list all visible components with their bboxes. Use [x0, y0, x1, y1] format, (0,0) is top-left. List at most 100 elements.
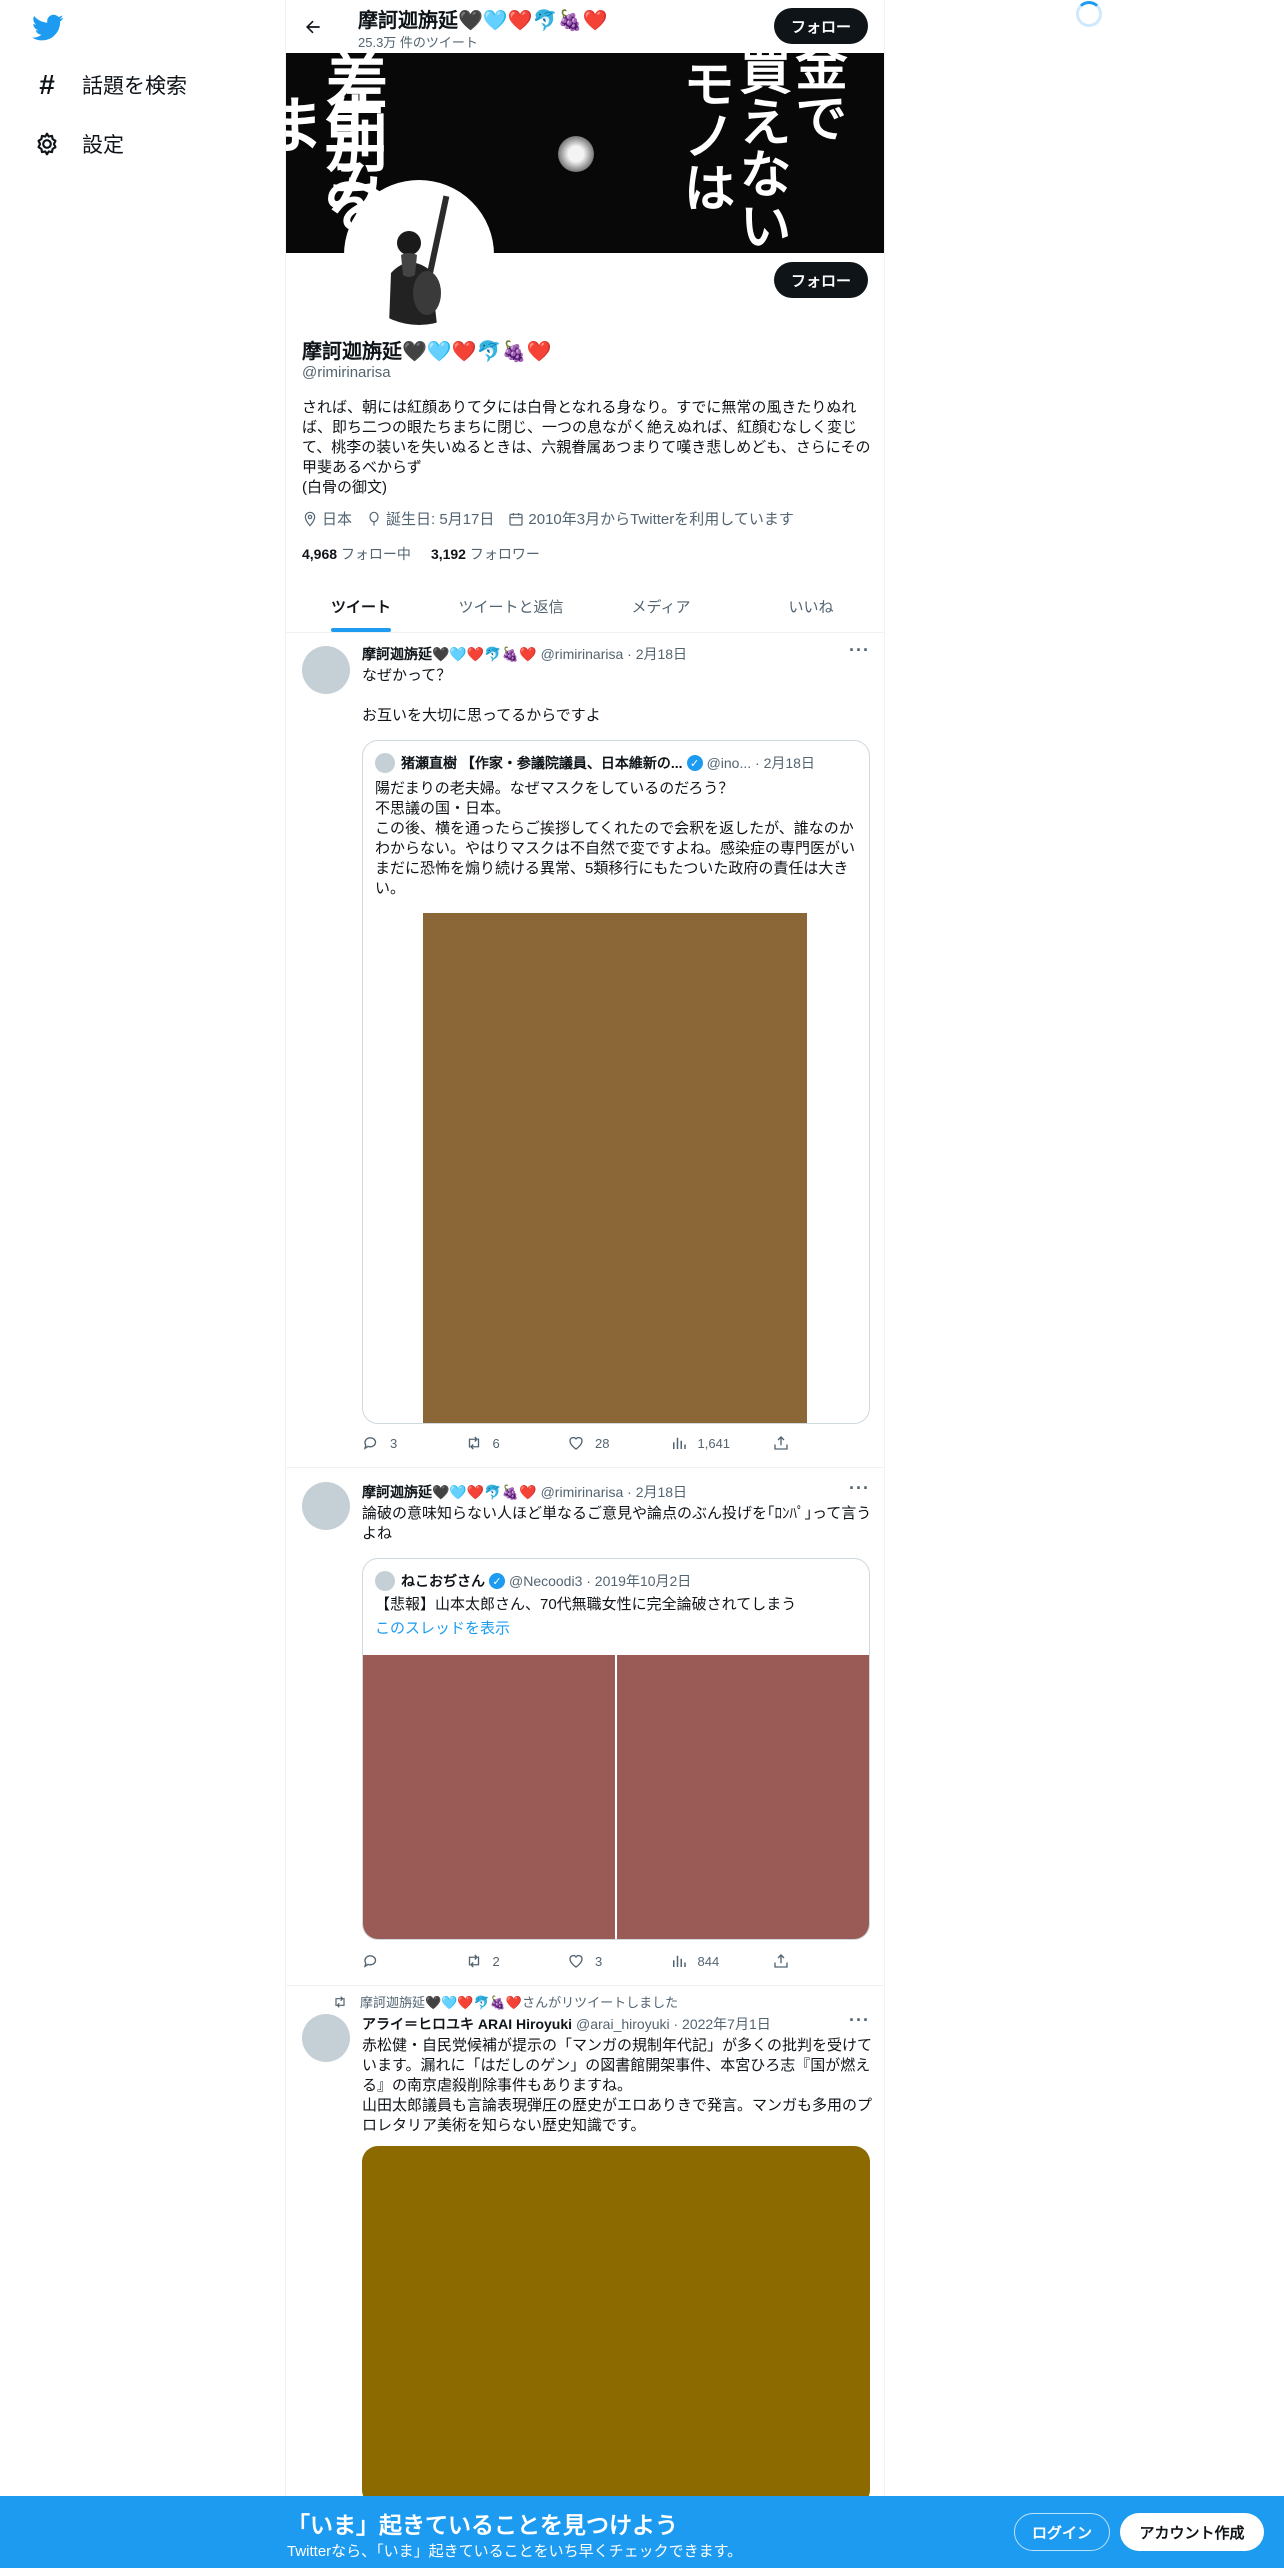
share-icon: [774, 1436, 788, 1450]
tweet-handle-date: @rimirinarisa · 2月18日: [540, 1484, 688, 1500]
calendar-icon: [509, 512, 523, 526]
moon-decoration: [558, 136, 594, 172]
quoted-tweet-header: ねこおぢさん ✓ @Necoodi3 · 2019年10月2日: [375, 1571, 691, 1591]
more-options-icon[interactable]: ···: [849, 2010, 870, 2031]
show-thread-link[interactable]: このスレッドを表示: [375, 1619, 859, 1639]
tweet-header: アライ＝ヒロユキ ARAI Hiroyuki @arai_hiroyuki · …: [362, 2014, 771, 2034]
retweet-button[interactable]: 6: [465, 1434, 555, 1452]
sidebar-item-settings[interactable]: 設定: [30, 127, 124, 161]
twitter-bird-icon[interactable]: [32, 14, 64, 42]
sidebar-item-label: 話題を検索: [82, 75, 187, 98]
top-bar: 摩訶迦旃延🖤🩵❤️🐬🍇❤️ 25.3万 件のツイート フォロー: [286, 0, 884, 53]
quoted-tweet-text: 【悲報】山本太郎さん、70代無職女性に完全論破されてしまう: [375, 1596, 797, 1613]
like-count: 3: [595, 1953, 603, 1969]
like-count: 28: [595, 1435, 610, 1451]
header-name: 摩訶迦旃延🖤🩵❤️🐬🍇❤️: [358, 10, 608, 32]
tab-media[interactable]: メディア: [586, 580, 736, 632]
views-button[interactable]: 844: [670, 1952, 760, 1970]
profile-handle: @rimirinarisa: [302, 364, 391, 381]
follow-button[interactable]: フォロー: [774, 262, 868, 298]
more-options-icon[interactable]: ···: [849, 640, 870, 661]
retweeted-by-text[interactable]: 摩訶迦旃延🖤🩵❤️🐬🍇❤️さんがリツイートしました: [360, 1992, 678, 2011]
tweet-handle-date: @rimirinarisa · 2月18日: [540, 646, 688, 662]
signup-banner-subtitle: Twitterなら、「いま」起きていることをいち早くチェックできます。: [287, 2543, 743, 2560]
avatar[interactable]: [302, 646, 350, 694]
banner-text-right-3: モノは: [674, 57, 734, 213]
like-button[interactable]: 28: [567, 1434, 657, 1452]
quoted-tweet-text: 陽だまりの老夫婦。なぜマスクをしているのだろう？ 不思議の国・日本。 この後、横…: [375, 780, 856, 897]
header-follow-button[interactable]: フォロー: [774, 8, 868, 44]
retweet-count: 6: [492, 1435, 500, 1451]
tweet-author-name[interactable]: アライ＝ヒロユキ ARAI Hiroyuki: [362, 2014, 572, 2034]
following-label: フォロー中: [340, 546, 411, 562]
like-button[interactable]: 3: [567, 1952, 657, 1970]
heart-icon: [569, 1436, 583, 1450]
quoted-handle-date: @ino... · 2月18日: [706, 755, 815, 771]
followers-link[interactable]: 3,192 フォロワー: [431, 544, 540, 564]
banner-text-right-2: 買えない: [730, 53, 790, 251]
reply-button[interactable]: 3: [362, 1434, 452, 1452]
banner-text-right-1: 金で: [786, 53, 846, 143]
quoted-tweet[interactable]: 猪瀬直樹 【作家・参議院議員、日本維新の... ✓ @ino... · 2月18…: [362, 740, 870, 1424]
gear-icon: [30, 127, 64, 161]
followers-label: フォロワー: [469, 546, 540, 562]
retweet-icon: [468, 1436, 479, 1450]
tab-tweets-and-replies[interactable]: ツイートと返信: [436, 580, 586, 632]
tweet[interactable]: 摩訶迦旃延🖤🩵❤️🐬🍇❤️ @rimirinarisa · 2月18日 ··· …: [286, 634, 884, 1468]
quoted-author-name: ねこおぢさん: [401, 1573, 485, 1589]
analytics-icon: [672, 1955, 686, 1967]
tweet-author-name[interactable]: 摩訶迦旃延🖤🩵❤️🐬🍇❤️: [362, 1482, 537, 1502]
quoted-tweet-image-1[interactable]: [363, 1655, 615, 1939]
retweet-button[interactable]: 2: [465, 1952, 555, 1970]
retweet-icon: [335, 1995, 345, 2008]
tab-likes[interactable]: いいね: [736, 580, 884, 632]
share-button[interactable]: [772, 1434, 792, 1452]
balloon-icon: [369, 511, 379, 526]
avatar: [375, 753, 395, 773]
profile-bio: されば、朝には紅顔ありて夕には白骨となれる身なり。すでに無常の風きたりぬれば、即…: [302, 398, 872, 498]
quoted-tweet-image-2[interactable]: [617, 1655, 869, 1939]
quoted-tweet-image[interactable]: [423, 913, 807, 1423]
views-button[interactable]: 1,641: [670, 1434, 760, 1452]
verified-badge-icon: ✓: [686, 755, 703, 771]
tweet-text: 赤松健・自民党候補が提示の「マンガの規制年代記」が多くの批判を受けています。漏れ…: [362, 2037, 873, 2134]
reply-icon: [363, 1955, 377, 1968]
tweet-image[interactable]: [362, 2146, 870, 2506]
left-sidebar: # 話題を検索 設定: [0, 0, 285, 2568]
header-tweet-count: 25.3万 件のツイート: [358, 35, 478, 50]
sidebar-item-label: 設定: [82, 134, 124, 157]
signup-banner: 「いま」起きていることを見つけよう Twitterなら、「いま」起きていることを…: [0, 2496, 1284, 2568]
profile-bio-text: されば、朝には紅顔ありて夕には白骨となれる身なり。すでに無常の風きたりぬれば、即…: [302, 399, 871, 496]
sidebar-item-explore[interactable]: # 話題を検索: [30, 68, 187, 102]
tweet[interactable]: 摩訶迦旃延🖤🩵❤️🐬🍇❤️さんがリツイートしました アライ＝ヒロユキ ARAI …: [286, 1986, 884, 2568]
following-count: 4,968: [302, 546, 338, 562]
profile-avatar[interactable]: [344, 180, 494, 330]
follow-stats: 4,968 フォロー中 3,192 フォロワー: [302, 544, 540, 564]
avatar: [375, 1571, 395, 1591]
loading-spinner-icon: [1076, 1, 1102, 27]
view-count: 1,641: [697, 1435, 731, 1451]
tweet-text: なぜかって？ お互いを大切に思ってるからですよ: [362, 667, 601, 724]
more-options-icon[interactable]: ···: [849, 1478, 870, 1499]
login-button[interactable]: ログイン: [1014, 2513, 1110, 2551]
avatar[interactable]: [302, 1482, 350, 1530]
quoted-tweet[interactable]: ねこおぢさん ✓ @Necoodi3 · 2019年10月2日 【悲報】山本太郎…: [362, 1558, 870, 1940]
hashtag-icon: #: [39, 69, 55, 100]
retweet-icon: [468, 1954, 479, 1968]
location-pin-icon: [304, 511, 316, 527]
avatar[interactable]: [302, 2014, 350, 2062]
share-button[interactable]: [772, 1952, 792, 1970]
back-arrow-icon[interactable]: [298, 12, 328, 42]
retweet-count: 2: [492, 1953, 500, 1969]
following-link[interactable]: 4,968 フォロー中: [302, 544, 411, 564]
tweet-author-name[interactable]: 摩訶迦旃延🖤🩵❤️🐬🍇❤️: [362, 644, 537, 664]
profile-birthday: 誕生日: 5月17日: [366, 508, 494, 529]
quoted-tweet-header: 猪瀬直樹 【作家・参議院議員、日本維新の... ✓ @ino... · 2月18…: [375, 753, 815, 773]
tweet[interactable]: 摩訶迦旃延🖤🩵❤️🐬🍇❤️ @rimirinarisa · 2月18日 ··· …: [286, 1468, 884, 1986]
quoted-author-name: 猪瀬直樹 【作家・参議院議員、日本維新の...: [401, 755, 683, 771]
tab-tweets[interactable]: ツイート: [286, 580, 436, 632]
tweet-actions: 2 3 844: [362, 1952, 792, 1970]
signup-button[interactable]: アカウント作成: [1120, 2513, 1264, 2551]
verified-badge-icon: ✓: [489, 1573, 505, 1589]
reply-button[interactable]: [362, 1952, 452, 1970]
